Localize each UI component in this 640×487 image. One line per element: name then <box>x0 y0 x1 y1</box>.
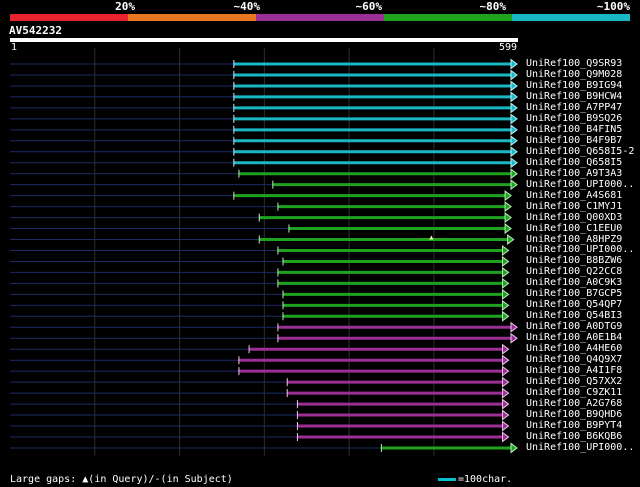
hit-label[interactable]: UniRef100_UPI000.. <box>526 442 634 453</box>
hit-label[interactable]: UniRef100_Q22CC8 <box>526 266 622 277</box>
alignment-arrowhead <box>502 299 510 311</box>
large-gaps-query: (in Query)/- <box>88 474 161 485</box>
alignment-arrowhead <box>510 80 518 92</box>
alignment-arrowhead <box>510 135 518 147</box>
alignment-arrowhead <box>504 212 512 224</box>
alignment-arrowhead <box>510 442 518 454</box>
hit-label[interactable]: UniRef100_A0C9K3 <box>526 277 622 288</box>
alignment-arrowhead <box>510 168 518 180</box>
hit-label[interactable]: UniRef100_B4FIN5 <box>526 124 622 135</box>
alignment-arrowhead <box>510 332 518 344</box>
alignment-arrowhead <box>502 431 510 443</box>
large-gaps-prefix: Large gaps: <box>10 474 77 485</box>
alignment-arrowhead <box>502 409 510 421</box>
alignment-arrowhead <box>504 201 512 213</box>
alignment-arrowhead <box>510 58 518 70</box>
alignment-arrowhead <box>502 277 510 289</box>
hit-label[interactable]: UniRef100_Q57XX2 <box>526 376 622 387</box>
hit-label[interactable]: UniRef100_Q4Q9X7 <box>526 354 622 365</box>
hit-label[interactable]: UniRef100_B9PYT4 <box>526 420 622 431</box>
hit-label[interactable]: UniRef100_A8HPZ9 <box>526 234 622 245</box>
scale-bar-swatch <box>438 478 456 481</box>
hit-label[interactable]: UniRef100_B4F9B7 <box>526 135 622 146</box>
hit-label[interactable]: UniRef100_A7PP47 <box>526 102 622 113</box>
alignment-arrowhead <box>502 343 510 355</box>
alignment-arrowhead <box>502 310 510 322</box>
scale-bar-legend: =100char. <box>458 474 513 485</box>
hit-label[interactable]: UniRef100_C1MYJ1 <box>526 201 622 212</box>
hit-label[interactable]: UniRef100_UPI000.. <box>526 244 634 255</box>
alignment-arrowhead <box>502 244 510 256</box>
hit-label[interactable]: UniRef100_C1EEU0 <box>526 223 622 234</box>
hit-label[interactable]: UniRef100_Q9M028 <box>526 69 622 80</box>
alignment-arrowhead <box>510 321 518 333</box>
alignment-arrowhead <box>502 288 510 300</box>
alignment-arrowhead <box>510 124 518 136</box>
hit-label[interactable]: UniRef100_A9T3A3 <box>526 168 622 179</box>
alignment-arrowhead <box>507 234 515 246</box>
hit-label[interactable]: UniRef100_A4I1F8 <box>526 365 622 376</box>
hit-label[interactable]: UniRef100_B6KQB6 <box>526 431 622 442</box>
alignment-arrowhead <box>502 420 510 432</box>
hit-label[interactable]: UniRef100_A0DTG9 <box>526 321 622 332</box>
hit-label[interactable]: UniRef100_A0E1B4 <box>526 332 622 343</box>
hit-label[interactable]: UniRef100_C9ZK11 <box>526 387 622 398</box>
alignment-arrowhead <box>502 398 510 410</box>
alignment-arrowhead <box>502 387 510 399</box>
alignment-arrowhead <box>510 146 518 158</box>
large-gaps-legend: Large gaps: ▲(in Query)/-(in Subject) <box>10 474 233 485</box>
hit-label[interactable]: UniRef100_Q658I5 <box>526 157 622 168</box>
hit-label[interactable]: UniRef100_Q00XD3 <box>526 212 622 223</box>
hit-label[interactable]: UniRef100_Q9SR93 <box>526 58 622 69</box>
hit-label[interactable]: UniRef100_B9QHD6 <box>526 409 622 420</box>
alignment-arrowhead <box>510 69 518 81</box>
alignment-arrowhead <box>510 157 518 169</box>
alignment-arrowhead <box>504 223 512 235</box>
hit-label[interactable]: UniRef100_Q54QP7 <box>526 299 622 310</box>
alignment-arrowhead <box>502 266 510 278</box>
alignment-arrowhead <box>504 190 512 202</box>
hit-label[interactable]: UniRef100_A2G768 <box>526 398 622 409</box>
hit-label[interactable]: UniRef100_Q658I5-2 <box>526 146 634 157</box>
alignment-arrowhead <box>510 91 518 103</box>
alignment-arrowhead <box>510 179 518 191</box>
hit-label[interactable]: UniRef100_B7GCP5 <box>526 288 622 299</box>
hit-label[interactable]: UniRef100_Q54BI3 <box>526 310 622 321</box>
alignment-arrowhead <box>502 365 510 377</box>
alignment-arrowhead <box>502 354 510 366</box>
alignment-arrowhead <box>510 102 518 114</box>
hit-label[interactable]: UniRef100_UPI000.. <box>526 179 634 190</box>
large-gaps-subject: (in Subject) <box>160 474 233 485</box>
hit-label[interactable]: UniRef100_B9HCW4 <box>526 91 622 102</box>
alignment-arrowhead <box>502 376 510 388</box>
hit-label[interactable]: UniRef100_B8BZW6 <box>526 255 622 266</box>
query-gap-marker <box>429 235 434 240</box>
alignment-arrowhead <box>510 113 518 125</box>
alignment-arrowhead <box>502 255 510 267</box>
hit-label[interactable]: UniRef100_B9SQ26 <box>526 113 622 124</box>
hit-label[interactable]: UniRef100_B9IG94 <box>526 80 622 91</box>
hit-label[interactable]: UniRef100_A4HE60 <box>526 343 622 354</box>
hit-label[interactable]: UniRef100_A4S681 <box>526 190 622 201</box>
